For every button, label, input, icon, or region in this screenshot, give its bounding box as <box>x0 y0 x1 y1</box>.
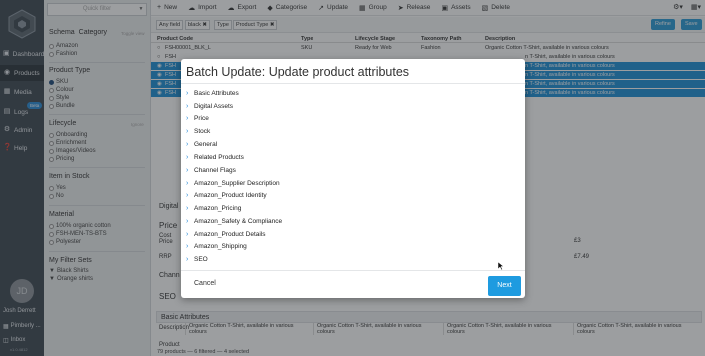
chevron-right-icon: › <box>186 230 189 238</box>
modal-title: Batch Update: Update product attributes <box>186 65 410 79</box>
section-general[interactable]: › General <box>186 138 217 150</box>
chevron-right-icon: › <box>186 166 189 174</box>
chevron-right-icon: › <box>186 89 189 97</box>
section-channel-flags[interactable]: › Channel Flags <box>186 164 236 176</box>
divider <box>181 270 525 271</box>
section-amazon-product-identity[interactable]: › Amazon_Product Identity <box>186 189 267 201</box>
section-amazon-pricing[interactable]: › Amazon_Pricing <box>186 202 241 214</box>
section-label: Price <box>194 114 209 122</box>
section-seo[interactable]: › SEO <box>186 253 208 265</box>
chevron-right-icon: › <box>186 204 189 212</box>
section-amazon-product-details[interactable]: › Amazon_Product Details <box>186 228 266 240</box>
batch-update-modal: Batch Update: Update product attributes … <box>181 59 525 298</box>
section-label: General <box>194 140 218 148</box>
section-label: Amazon_Pricing <box>194 204 242 212</box>
section-label: Related Products <box>194 153 244 161</box>
chevron-right-icon: › <box>186 191 189 199</box>
section-label: Stock <box>194 127 211 135</box>
section-basic-attributes[interactable]: › Basic Attributes <box>186 87 239 99</box>
section-stock[interactable]: › Stock <box>186 125 210 137</box>
section-label: Channel Flags <box>194 166 236 174</box>
chevron-right-icon: › <box>186 255 189 263</box>
mouse-cursor-icon <box>498 262 504 270</box>
chevron-right-icon: › <box>186 114 189 122</box>
divider <box>181 83 525 84</box>
section-label: Basic Attributes <box>194 89 239 97</box>
section-price[interactable]: › Price <box>186 112 209 124</box>
chevron-right-icon: › <box>186 179 189 187</box>
section-label: Amazon_Product Details <box>194 230 266 238</box>
section-label: Amazon_Shipping <box>194 242 247 250</box>
chevron-right-icon: › <box>186 102 189 110</box>
section-label: Amazon_Product Identity <box>194 191 267 199</box>
section-label: Digital Assets <box>194 102 234 110</box>
cancel-button[interactable]: Cancel <box>194 280 216 287</box>
section-label: Amazon_Safety & Compliance <box>194 217 283 225</box>
chevron-right-icon: › <box>186 127 189 135</box>
section-label: Amazon_Supplier Description <box>194 179 280 187</box>
section-digital-assets[interactable]: › Digital Assets <box>186 100 233 112</box>
chevron-right-icon: › <box>186 140 189 148</box>
section-label: SEO <box>194 255 208 263</box>
section-amazon-supplier-description[interactable]: › Amazon_Supplier Description <box>186 177 280 189</box>
next-button[interactable]: Next <box>488 276 521 296</box>
chevron-right-icon: › <box>186 242 189 250</box>
section-amazon-safety-compliance[interactable]: › Amazon_Safety & Compliance <box>186 215 282 227</box>
chevron-right-icon: › <box>186 217 189 225</box>
section-amazon-shipping[interactable]: › Amazon_Shipping <box>186 240 247 252</box>
section-related-products[interactable]: › Related Products <box>186 151 244 163</box>
chevron-right-icon: › <box>186 153 189 161</box>
